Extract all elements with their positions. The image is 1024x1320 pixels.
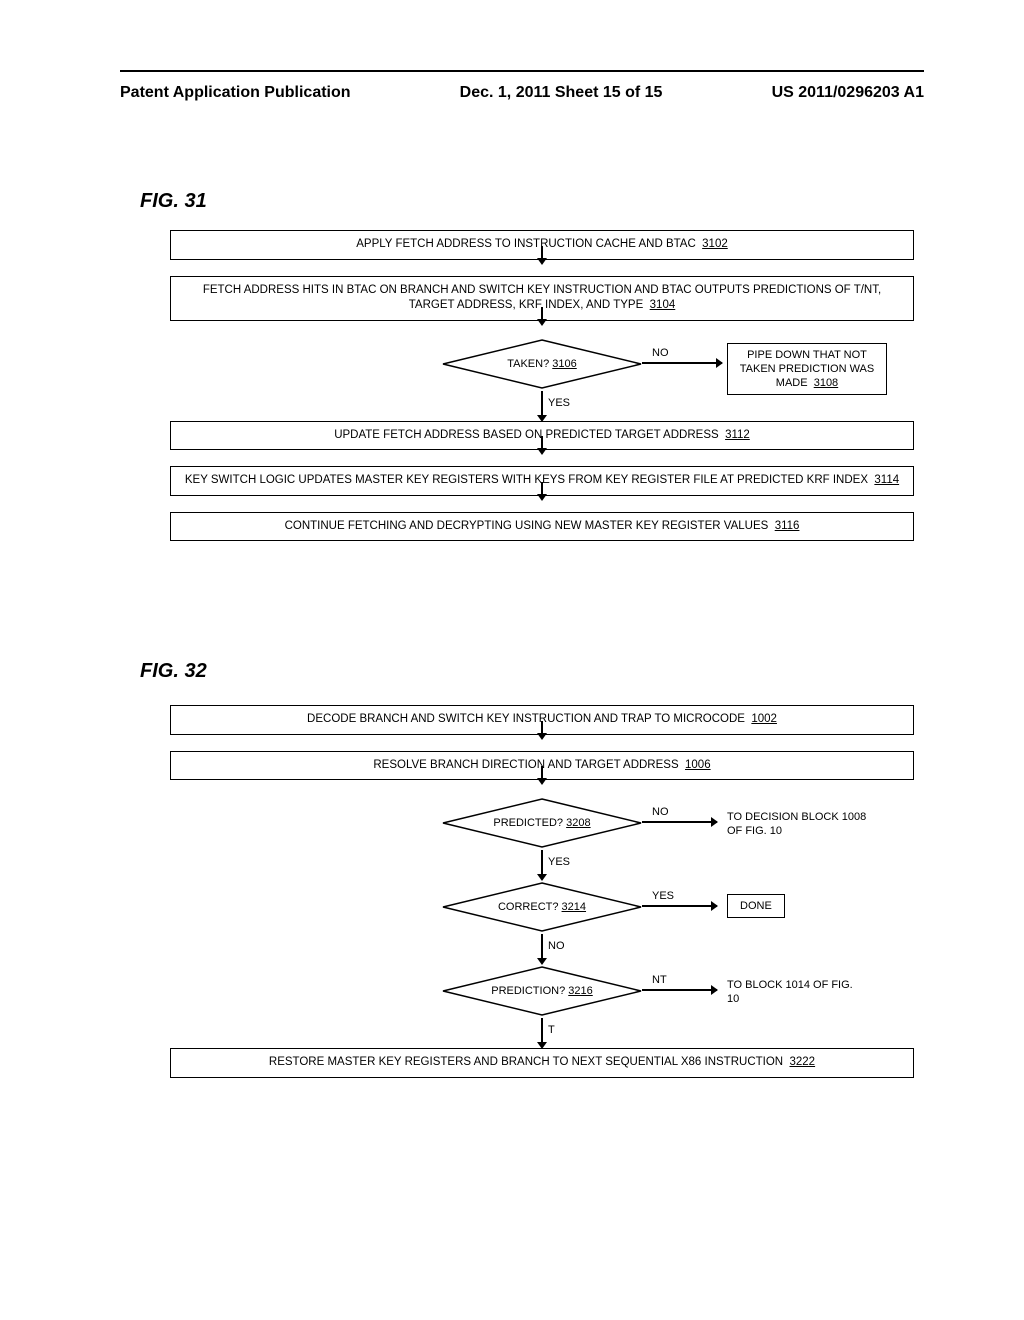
box-text: RESTORE MASTER KEY REGISTERS AND BRANCH … — [269, 1056, 783, 1068]
ref-number: 3112 — [725, 429, 750, 441]
reference-text: TO DECISION BLOCK 1008 OF FIG. 10 — [727, 810, 867, 839]
ref-number: 3208 — [566, 817, 590, 829]
figure-31-diagram: APPLY FETCH ADDRESS TO INSTRUCTION CACHE… — [170, 230, 914, 541]
ref-number: 3104 — [650, 299, 676, 311]
box-text: UPDATE FETCH ADDRESS BASED ON PREDICTED … — [334, 429, 718, 441]
branch-yes-label: YES — [652, 890, 674, 902]
branch-yes-label: YES — [548, 856, 570, 868]
box-text: CONTINUE FETCHING AND DECRYPTING USING N… — [285, 520, 769, 532]
header-right: US 2011/0296203 A1 — [772, 84, 924, 102]
decision-prediction: PREDICTION? 3216 NT TO BLOCK 1014 OF FIG… — [170, 964, 914, 1018]
reference-text: TO BLOCK 1014 OF FIG. 10 — [727, 978, 867, 1007]
figure-32-label: FIG. 32 — [140, 660, 207, 683]
decision-correct: CORRECT? 3214 YES DONE — [170, 880, 914, 934]
box-text: DECODE BRANCH AND SWITCH KEY INSTRUCTION… — [307, 713, 745, 725]
decision-text: TAKEN? — [507, 358, 549, 370]
decision-text: CORRECT? — [498, 901, 559, 913]
box-text: RESOLVE BRANCH DIRECTION AND TARGET ADDR… — [373, 759, 678, 771]
branch-t-label: T — [548, 1024, 555, 1036]
ref-number: 3106 — [552, 358, 576, 370]
ref-number: 1002 — [751, 713, 777, 725]
box-text: PIPE DOWN THAT NOT TAKEN PREDICTION WAS … — [740, 349, 874, 390]
box-text: APPLY FETCH ADDRESS TO INSTRUCTION CACHE… — [356, 238, 696, 250]
decision-predicted: PREDICTED? 3208 NO TO DECISION BLOCK 100… — [170, 796, 914, 850]
decision-text: PREDICTION? — [491, 985, 565, 997]
ref-number: 3114 — [874, 474, 899, 486]
branch-no-label: NO — [548, 940, 565, 952]
arrow-right-icon — [642, 821, 717, 823]
box-text: DONE — [740, 900, 772, 912]
header-left: Patent Application Publication — [120, 84, 351, 102]
flowchart-box-continue-fetch: CONTINUE FETCHING AND DECRYPTING USING N… — [170, 512, 914, 542]
arrow-right-icon — [642, 362, 722, 364]
figure-31-label: FIG. 31 — [140, 190, 207, 213]
page-header: Patent Application Publication Dec. 1, 2… — [120, 84, 924, 102]
ref-number: 3102 — [702, 238, 728, 250]
flowchart-box-pipe-down: PIPE DOWN THAT NOT TAKEN PREDICTION WAS … — [727, 343, 887, 396]
ref-number: 3116 — [775, 520, 800, 532]
header-separator — [120, 70, 924, 72]
branch-no-label: NO — [652, 806, 669, 818]
flowchart-box-done: DONE — [727, 894, 785, 918]
arrow-right-icon — [642, 905, 717, 907]
branch-nt-label: NT — [652, 974, 667, 986]
branch-no-label: NO — [652, 347, 669, 359]
figure-32-diagram: DECODE BRANCH AND SWITCH KEY INSTRUCTION… — [170, 705, 914, 1078]
box-text: KEY SWITCH LOGIC UPDATES MASTER KEY REGI… — [185, 474, 868, 486]
ref-number: 3216 — [568, 985, 592, 997]
ref-number: 3222 — [790, 1056, 816, 1068]
branch-yes-label: YES — [548, 397, 570, 409]
arrow-right-icon — [642, 989, 717, 991]
ref-number: 1006 — [685, 759, 711, 771]
ref-number: 3108 — [814, 377, 838, 389]
flowchart-box-restore-master: RESTORE MASTER KEY REGISTERS AND BRANCH … — [170, 1048, 914, 1078]
decision-taken: TAKEN? 3106 NO PIPE DOWN THAT NOT TAKEN … — [170, 337, 914, 391]
header-center: Dec. 1, 2011 Sheet 15 of 15 — [460, 84, 663, 102]
decision-text: PREDICTED? — [493, 817, 563, 829]
ref-number: 3214 — [562, 901, 586, 913]
